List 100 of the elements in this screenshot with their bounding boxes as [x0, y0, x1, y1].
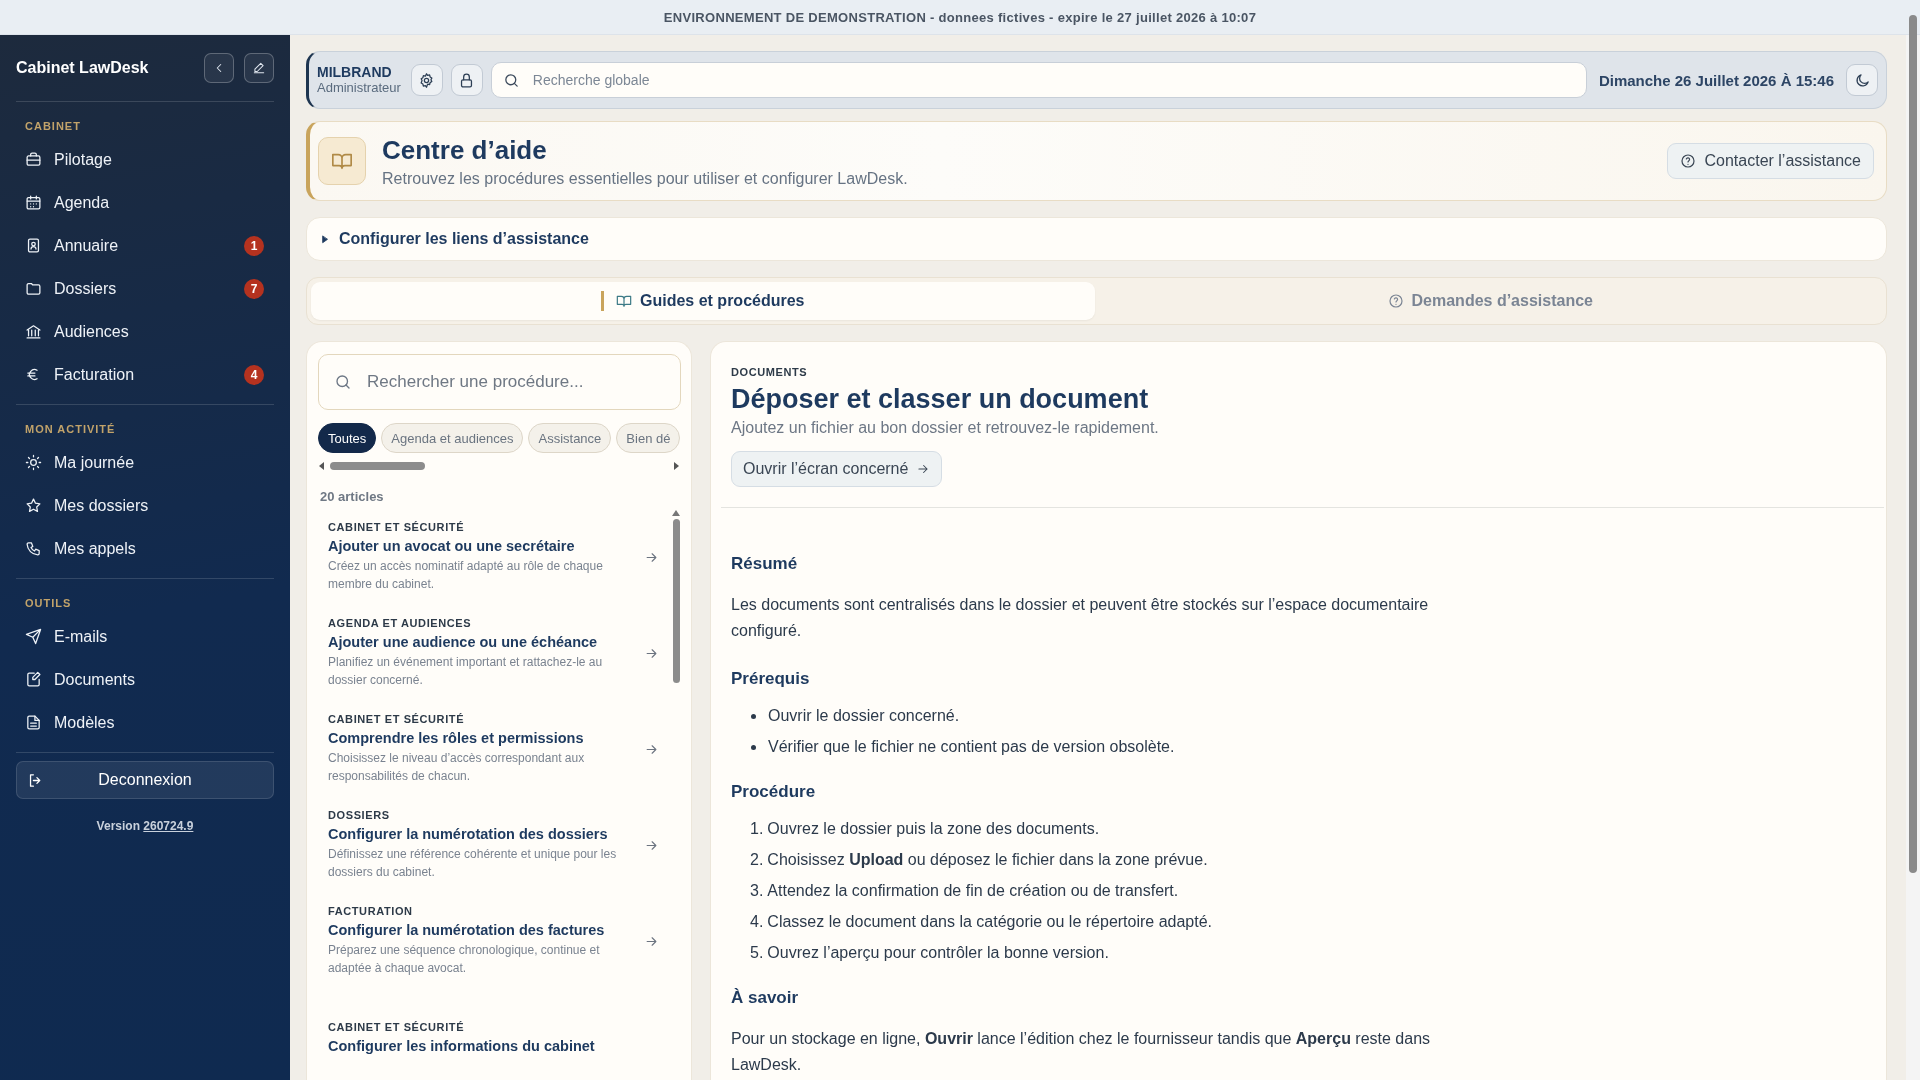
- step-text: Ouvrez le dossier puis la zone des documents.: [767, 820, 1100, 839]
- category-label: DOCUMENTS: [731, 366, 809, 378]
- scroll-up-arrow-icon[interactable]: [672, 510, 680, 516]
- sun-icon: [25, 454, 42, 471]
- collapse-sidebar-button[interactable]: [204, 53, 234, 83]
- article-title[interactable]: Ajouter une audience ou une échéance: [328, 634, 638, 651]
- step-number: 4.: [750, 913, 764, 932]
- search-field[interactable]: Recherche globale: [490, 62, 1587, 98]
- list-item: Vérifier que le fichier ne contient pas de version obsolète.: [768, 738, 1175, 757]
- sidebar-item[interactable]: Dossiers: [16, 273, 244, 304]
- app-title: Cabinet LawDesk: [16, 59, 150, 77]
- scrollbar[interactable]: [1909, 15, 1917, 873]
- collapsible-header[interactable]: Configurer les liens d’assistance: [306, 217, 1887, 261]
- section-text: Pour un stockage en ligne, Ouvrir lance l’édition chez le fournisseur tandis que Aperçu reste dans LawDesk.: [731, 1029, 1432, 1075]
- step-text: Choisissez Upload ou déposez le fichier dans la zone prévue.: [767, 851, 1208, 870]
- count-badge: 1: [244, 235, 264, 256]
- category-label: CABINET ET SÉCURITÉ: [328, 1020, 466, 1033]
- article-description: Définissez une référence cohérente et unique pour les dossiers du cabinet.: [328, 846, 618, 881]
- sidebar-item[interactable]: Annuaire: [16, 230, 244, 261]
- edit-button[interactable]: [244, 53, 274, 83]
- count-badge: 4: [244, 364, 264, 385]
- article-subtitle: Ajoutez un fichier au bon dossier et retrouvez-le rapidement.: [731, 419, 1160, 437]
- page-title: Centre d’aide: [382, 134, 548, 166]
- arrow-right-icon: [916, 462, 931, 476]
- scrollbar-thumb[interactable]: [672, 519, 680, 683]
- step-text: Ouvrez l’aperçu pour contrôler la bonne version.: [767, 944, 1109, 963]
- sidebar-item[interactable]: Mes appels: [16, 533, 274, 564]
- calendar-icon: [25, 194, 42, 211]
- scroll-right-arrow-icon[interactable]: [672, 462, 680, 470]
- step-number: 5.: [750, 944, 764, 963]
- procedure-search-field[interactable]: Rechercher une procédure...: [318, 354, 681, 410]
- user-role: Administrateur: [317, 80, 401, 95]
- demo-banner-text: ENVIRONNEMENT DE DEMONSTRATION - donnees fictives - expire le 27 juillet 2026 à 10:07: [663, 9, 1257, 25]
- theme-toggle-button[interactable]: [1846, 64, 1878, 96]
- page-subtitle: Retrouvez les procédures essentielles pour utiliser et configurer LawDesk.: [382, 169, 909, 188]
- book-icon: [616, 293, 632, 309]
- filter-chip[interactable]: Bien dé: [616, 423, 681, 453]
- count-badge: 7: [244, 278, 264, 299]
- folder-icon: [25, 280, 42, 297]
- filter-chip[interactable]: Assistance: [528, 423, 612, 453]
- section-heading: Prérequis: [731, 669, 811, 690]
- help-icon: [1387, 293, 1404, 309]
- user-name: MILBRAND: [317, 65, 393, 81]
- list-item: Ouvrir le dossier concerné.: [768, 707, 960, 726]
- sidebar-item[interactable]: E-mails: [16, 621, 274, 652]
- category-label: DOSSIERS: [328, 809, 391, 822]
- article-title[interactable]: Ajouter un avocat ou une secrétaire: [328, 538, 638, 555]
- sidebar-item[interactable]: Facturation: [16, 359, 244, 390]
- article-title[interactable]: Comprendre les rôles et permissions: [328, 730, 638, 747]
- article-count: 20 articles: [320, 489, 385, 504]
- article-title[interactable]: Configurer la numérotation des factures: [328, 922, 638, 939]
- bank-icon: [25, 323, 42, 340]
- sidebar-item[interactable]: Documents: [16, 664, 274, 695]
- sidebar-item[interactable]: Modèles: [16, 707, 274, 738]
- category-label: FACTURATION: [328, 905, 414, 918]
- settings-button[interactable]: [410, 64, 443, 96]
- article-title[interactable]: Configurer les informations du cabinet: [328, 1037, 659, 1054]
- tab[interactable]: Guides et procédures: [311, 282, 1095, 320]
- logout-button[interactable]: Deconnexion: [16, 761, 274, 799]
- sidebar-item[interactable]: Mes dossiers: [16, 490, 274, 521]
- sidebar-item[interactable]: Agenda: [16, 187, 274, 218]
- phone-icon: [25, 540, 42, 557]
- sidebar-item[interactable]: Audiences: [16, 316, 274, 347]
- pencil-icon: [252, 61, 266, 75]
- open-screen-button[interactable]: Ouvrir l’écran concerné: [731, 451, 943, 487]
- filter-chip[interactable]: Toutes: [318, 423, 377, 453]
- category-label: CABINET ET SÉCURITÉ: [328, 713, 466, 726]
- article-description: Planifiez un événement important et rattachez-le au dossier concerné.: [328, 654, 604, 689]
- article-description: Préparez une séquence chronologique, continue et adaptée à chaque avocat.: [328, 942, 601, 977]
- sidebar-item[interactable]: Pilotage: [16, 144, 274, 175]
- star-icon: [25, 497, 42, 514]
- article-description: Choisissez le niveau d’accès correspondant aux responsabilités de chacun.: [328, 750, 586, 785]
- article-description: Créez un accès nominatif adapté au rôle de chaque membre du cabinet.: [328, 558, 604, 593]
- lock-button[interactable]: [450, 64, 483, 96]
- step-number: 1.: [750, 820, 764, 839]
- moon-icon: [1853, 71, 1871, 89]
- step-number: 3.: [750, 882, 764, 901]
- version-link[interactable]: 260724.9: [143, 819, 194, 833]
- section-label: CABINET: [24, 120, 82, 134]
- category-label: CABINET ET SÉCURITÉ: [328, 521, 466, 534]
- bullet-icon: [751, 744, 756, 750]
- section-label: OUTILS: [24, 597, 73, 611]
- filter-chip[interactable]: Agenda et audiences: [381, 423, 524, 453]
- scrollbar-thumb[interactable]: [330, 462, 425, 470]
- step-number: 2.: [750, 851, 764, 870]
- document-edit-icon: [25, 671, 42, 688]
- section-label: MON ACTIVITÉ: [24, 423, 117, 437]
- bullet-icon: [751, 713, 756, 719]
- section-heading: Résumé: [731, 554, 799, 574]
- date-time: Dimanche 26 Juillet 2026 À 15:46: [1598, 71, 1834, 89]
- send-icon: [25, 628, 42, 645]
- article-title[interactable]: Configurer la numérotation des dossiers: [328, 826, 638, 843]
- search-icon: [334, 373, 352, 391]
- contact-book-icon: [25, 237, 42, 254]
- contact-support-button[interactable]: Contacter l’assistance: [1667, 143, 1874, 179]
- scroll-left-arrow-icon[interactable]: [318, 462, 326, 470]
- sidebar-item[interactable]: Ma journée: [16, 447, 274, 478]
- article-title: Déposer et classer un document: [731, 384, 1150, 415]
- category-label: AGENDA ET AUDIENCES: [328, 617, 473, 630]
- horizontal-scrollbar[interactable]: [318, 459, 680, 473]
